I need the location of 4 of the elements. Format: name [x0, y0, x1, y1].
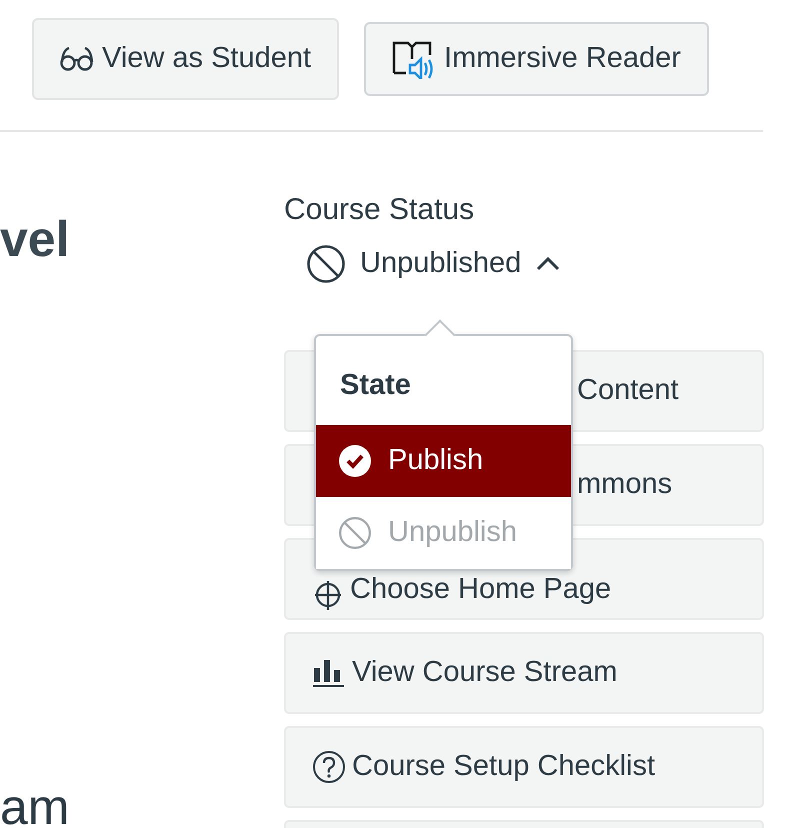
menu-title: State — [340, 368, 411, 400]
section-heading: Course Status — [284, 192, 476, 228]
heading-text: am — [0, 782, 70, 828]
page-heading: vel — [0, 214, 70, 264]
